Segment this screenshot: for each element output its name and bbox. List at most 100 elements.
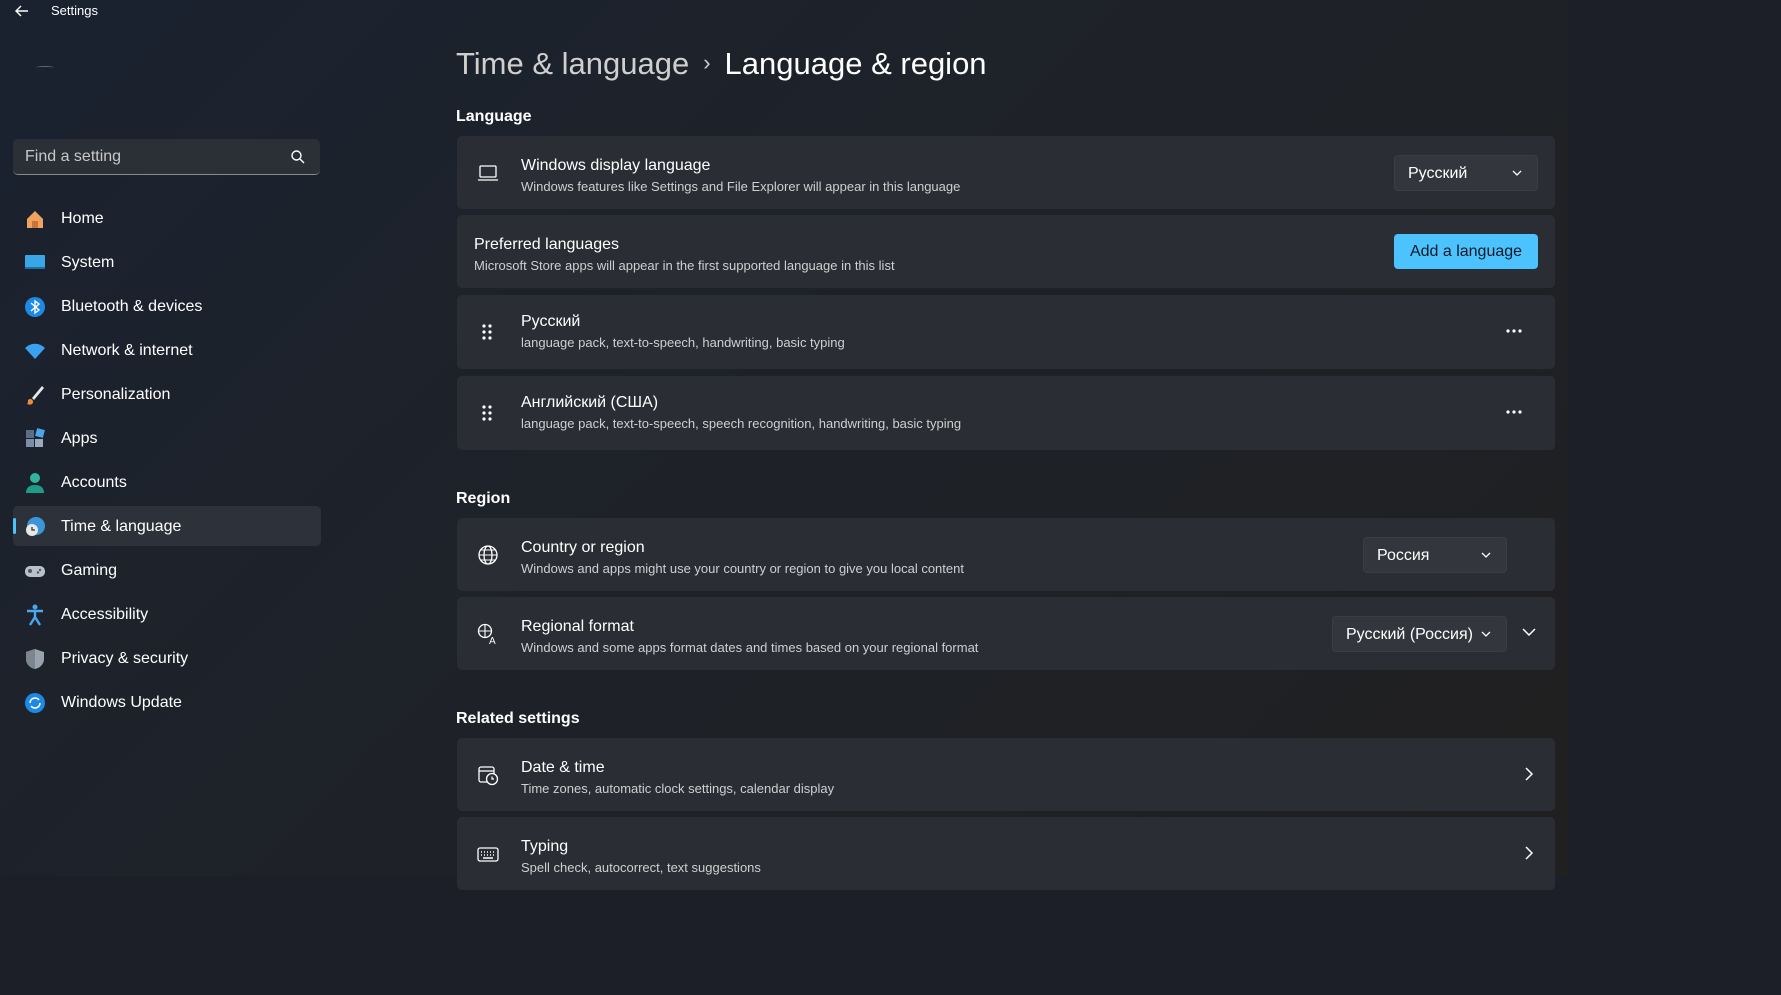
sidebar-item-accounts[interactable]: Accounts bbox=[13, 462, 321, 502]
add-language-button[interactable]: Add a language bbox=[1394, 234, 1538, 269]
sidebar-item-windows-update[interactable]: Windows Update bbox=[13, 682, 321, 722]
drag-handle-icon[interactable] bbox=[481, 323, 493, 341]
country-dropdown[interactable]: Россия bbox=[1363, 537, 1507, 573]
more-options-icon[interactable] bbox=[1505, 323, 1523, 339]
account-icon bbox=[26, 473, 44, 493]
sidebar-item-label: Accessibility bbox=[61, 606, 149, 623]
shield-icon bbox=[26, 649, 44, 669]
sidebar-item-label: Windows Update bbox=[61, 694, 182, 711]
dropdown-value: Россия bbox=[1377, 547, 1430, 564]
setting-description: Windows and apps might use your country … bbox=[521, 561, 964, 576]
setting-title: Country or region bbox=[521, 539, 645, 556]
setting-description: Windows and some apps format dates and t… bbox=[521, 640, 979, 655]
sidebar-item-bluetooth[interactable]: Bluetooth & devices bbox=[13, 286, 321, 326]
sidebar-item-label: Gaming bbox=[61, 562, 118, 579]
section-title-related: Related settings bbox=[456, 710, 580, 727]
sidebar-item-apps[interactable]: Apps bbox=[13, 418, 321, 458]
setting-description: Microsoft Store apps will appear in the … bbox=[474, 258, 895, 273]
sidebar-item-network[interactable]: Network & internet bbox=[13, 330, 321, 370]
update-icon bbox=[25, 693, 45, 713]
laptop-icon bbox=[478, 165, 498, 181]
keyboard-icon bbox=[477, 847, 499, 862]
chevron-right-icon bbox=[1525, 767, 1534, 781]
display-language-dropdown[interactable]: Русский bbox=[1394, 155, 1538, 191]
apps-icon bbox=[26, 428, 45, 447]
setting-title: Windows display language bbox=[521, 157, 711, 174]
sidebar-item-label: Time & language bbox=[61, 518, 182, 535]
search-icon[interactable] bbox=[290, 149, 306, 165]
setting-title: Preferred languages bbox=[474, 236, 619, 253]
setting-title: Typing bbox=[521, 838, 569, 855]
setting-description: Spell check, autocorrect, text suggestio… bbox=[521, 860, 761, 875]
active-indicator bbox=[13, 518, 16, 534]
search-box[interactable]: Find a setting bbox=[13, 139, 320, 175]
sidebar-item-home[interactable]: Home bbox=[13, 198, 321, 238]
breadcrumb-parent[interactable]: Time & language bbox=[456, 46, 689, 81]
sidebar-item-label: System bbox=[61, 254, 115, 271]
language-item[interactable]: Английский (США) language pack, text-to-… bbox=[457, 376, 1555, 450]
sidebar-item-label: Accounts bbox=[61, 474, 127, 491]
calendar-clock-icon bbox=[478, 766, 499, 786]
svg-text:A: A bbox=[489, 636, 496, 645]
sidebar-item-privacy[interactable]: Privacy & security bbox=[13, 638, 321, 678]
language-features: language pack, text-to-speech, speech re… bbox=[521, 416, 962, 431]
preferred-languages-card: Preferred languages Microsoft Store apps… bbox=[457, 215, 1555, 288]
search-input[interactable]: Find a setting bbox=[25, 148, 121, 166]
sidebar-item-label: Personalization bbox=[61, 386, 171, 403]
chevron-down-icon bbox=[1481, 631, 1491, 637]
chevron-right-icon bbox=[1525, 846, 1534, 860]
sidebar-item-label: Apps bbox=[61, 430, 98, 447]
avatar[interactable] bbox=[36, 66, 54, 69]
accessibility-icon bbox=[27, 604, 43, 626]
globe-icon bbox=[478, 545, 498, 565]
date-time-link[interactable]: Date & time Time zones, automatic clock … bbox=[457, 738, 1555, 811]
sidebar-item-personalization[interactable]: Personalization bbox=[13, 374, 321, 414]
language-name: Русский bbox=[521, 313, 581, 330]
arrow-left-icon bbox=[15, 5, 28, 17]
page-title: Language & region bbox=[724, 46, 987, 81]
sidebar-item-accessibility[interactable]: Accessibility bbox=[13, 594, 321, 634]
sidebar-item-label: Network & internet bbox=[61, 342, 193, 359]
sidebar-item-label: Privacy & security bbox=[61, 650, 189, 667]
section-title-region: Region bbox=[456, 490, 511, 507]
more-options-icon[interactable] bbox=[1505, 404, 1523, 420]
setting-title: Date & time bbox=[521, 759, 605, 776]
sidebar-item-label: Bluetooth & devices bbox=[61, 298, 203, 315]
breadcrumb-separator: › bbox=[703, 50, 711, 75]
language-item[interactable]: Русский language pack, text-to-speech, h… bbox=[457, 295, 1555, 369]
sidebar-item-system[interactable]: System bbox=[13, 242, 321, 282]
bluetooth-icon bbox=[25, 297, 45, 317]
display-language-card: Windows display language Windows feature… bbox=[457, 136, 1555, 209]
sidebar-item-gaming[interactable]: Gaming bbox=[13, 550, 321, 590]
drag-handle-icon[interactable] bbox=[481, 404, 493, 422]
regional-format-dropdown[interactable]: Русский (Россия) bbox=[1332, 616, 1507, 652]
main-content: Time & language › Language & region Langua… bbox=[456, 0, 1556, 890]
dropdown-value: Русский bbox=[1408, 165, 1468, 182]
language-name: Английский (США) bbox=[521, 394, 659, 411]
chevron-down-icon bbox=[1512, 170, 1522, 176]
breadcrumb: Time & language › Language & region bbox=[456, 46, 987, 82]
home-icon bbox=[27, 211, 43, 228]
section-title-language: Language bbox=[456, 108, 532, 125]
sidebar-item-time-language[interactable]: Time & language bbox=[13, 506, 321, 546]
globe-clock-icon bbox=[26, 517, 45, 536]
window-title: Settings bbox=[51, 3, 98, 18]
gamepad-icon bbox=[25, 566, 45, 577]
setting-description: Time zones, automatic clock settings, ca… bbox=[521, 781, 835, 796]
chevron-down-icon bbox=[1481, 552, 1491, 558]
typing-link[interactable]: Typing Spell check, autocorrect, text su… bbox=[457, 817, 1555, 890]
language-features: language pack, text-to-speech, handwriti… bbox=[521, 335, 845, 350]
sidebar-nav: Home System Bluetooth & devices Network … bbox=[13, 198, 321, 726]
regional-format-card[interactable]: A Regional format Windows and some apps … bbox=[457, 597, 1555, 670]
dropdown-value: Русский (Россия) bbox=[1346, 626, 1473, 643]
setting-title: Regional format bbox=[521, 618, 634, 635]
country-region-card: Country or region Windows and apps might… bbox=[457, 518, 1555, 591]
wifi-icon bbox=[25, 343, 45, 359]
sidebar-item-label: Home bbox=[61, 210, 104, 227]
regional-format-icon: A bbox=[477, 623, 496, 645]
back-button[interactable] bbox=[12, 2, 32, 20]
setting-description: Windows features like Settings and File … bbox=[521, 179, 961, 194]
expand-chevron-icon[interactable] bbox=[1521, 625, 1537, 639]
system-icon bbox=[25, 255, 45, 269]
brush-icon bbox=[27, 386, 44, 405]
